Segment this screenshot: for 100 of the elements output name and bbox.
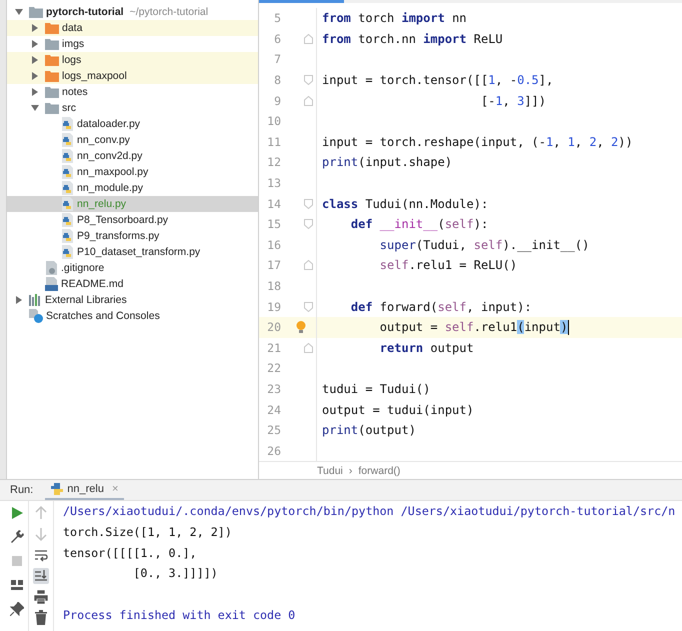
tree-row[interactable]: README.md	[7, 276, 258, 292]
code-line: def forward(self, input):	[350, 300, 532, 314]
tree-row[interactable]: nn_maxpool.py	[7, 164, 258, 180]
fold-start-icon[interactable]	[304, 302, 313, 312]
tree-row[interactable]: P10_dataset_transform.py	[7, 244, 258, 260]
layout-icon[interactable]	[10, 578, 24, 592]
scroll-end-icon[interactable]	[33, 568, 49, 584]
tree-row[interactable]: notes	[7, 84, 258, 100]
expand-arrow-icon[interactable]	[31, 72, 39, 80]
line-number: 8	[273, 73, 281, 88]
line-number: 9	[273, 94, 281, 108]
fold-start-icon[interactable]	[304, 219, 313, 230]
folder-icon	[45, 70, 59, 82]
python-file-icon	[61, 165, 74, 179]
tree-row[interactable]: logs	[7, 52, 258, 68]
tree-item-label[interactable]: logs	[62, 54, 82, 66]
expand-arrow-icon[interactable]	[15, 8, 23, 16]
run-tab[interactable]: nn_relu ×	[45, 480, 124, 500]
tree-row[interactable]: P8_Tensorboard.py	[7, 212, 258, 228]
code-line: from torch import nn	[322, 11, 467, 26]
code-line: print(input.shape)	[322, 155, 452, 170]
console-line: /Users/xiaotudui/.conda/envs/pytorch/bin/python /Users/xiaotudui/pytorch-tutorial/src/n	[63, 504, 676, 518]
line-number: 14	[266, 196, 281, 211]
lightbulb-icon[interactable]	[296, 321, 306, 334]
tree-row[interactable]: logs_maxpool	[7, 68, 258, 84]
run-label: Run:	[10, 484, 34, 496]
line-number: 25	[266, 423, 281, 438]
tree-item-label[interactable]: src	[62, 102, 76, 114]
tree-row[interactable]: nn_module.py	[7, 180, 258, 196]
tree-item-label[interactable]: nn_conv.py	[77, 134, 130, 146]
tree-item-label[interactable]: P8_Tensorboard.py	[77, 214, 168, 226]
tree-row[interactable]: dataloader.py	[7, 116, 258, 132]
tree-item-label[interactable]: pytorch-tutorial	[46, 6, 124, 18]
expand-arrow-icon[interactable]	[31, 24, 39, 32]
settings-icon[interactable]	[10, 530, 24, 544]
pin-icon[interactable]	[10, 602, 24, 616]
tree-row[interactable]: P9_transforms.py	[7, 228, 258, 244]
fold-start-icon[interactable]	[304, 198, 313, 209]
tree-row[interactable]: .gitignore	[7, 260, 258, 276]
python-icon	[51, 483, 64, 495]
python-file-icon	[61, 245, 74, 259]
expand-arrow-icon[interactable]	[31, 56, 39, 64]
line-number: 20	[266, 320, 281, 334]
scratch-file-icon	[29, 309, 43, 323]
code-line: self.relu1 = ReLU()	[378, 258, 518, 272]
project-path: ~/pytorch-tutorial	[130, 6, 208, 18]
code-line: from torch.nn import ReLU	[322, 32, 503, 46]
breadcrumb-item[interactable]: Tudui	[317, 464, 343, 477]
line-number: 12	[266, 155, 281, 170]
tree-row[interactable]: nn_conv2d.py	[7, 148, 258, 164]
print-icon[interactable]	[33, 589, 49, 605]
python-file-icon	[61, 197, 74, 211]
tree-row[interactable]: Scratches and Consoles	[7, 308, 258, 324]
line-number: 17	[266, 258, 281, 272]
line-number: 6	[273, 32, 281, 46]
folder-icon	[45, 22, 59, 34]
code-line: [-1, 3]])	[480, 94, 546, 108]
console-line: Process finished with exit code 0	[63, 608, 296, 622]
folder-icon	[45, 54, 59, 66]
line-number: 16	[266, 238, 281, 252]
python-file-icon	[61, 133, 74, 147]
line-number: 15	[266, 217, 281, 232]
tree-item-label[interactable]: notes	[62, 86, 88, 98]
run-icon[interactable]	[10, 506, 24, 520]
tree-item-label[interactable]: .gitignore	[61, 262, 104, 274]
expand-arrow-icon[interactable]	[31, 104, 39, 112]
python-file-icon	[61, 149, 74, 163]
tree-row[interactable]: src	[7, 100, 258, 116]
tree-item-label[interactable]: nn_maxpool.py	[77, 166, 148, 178]
line-number: 5	[273, 11, 281, 26]
console-line: torch.Size([1, 1, 2, 2])	[63, 525, 232, 540]
tree-row[interactable]: pytorch-tutorial ~/pytorch-tutorial	[7, 4, 258, 20]
tree-item-label[interactable]: P10_dataset_transform.py	[77, 246, 200, 258]
tree-item-label[interactable]: External Libraries	[45, 294, 127, 306]
expand-arrow-icon[interactable]	[15, 296, 23, 304]
code-line: super(Tudui, self).__init__()	[378, 238, 590, 252]
tree-item-label[interactable]: nn_conv2d.py	[77, 150, 142, 162]
expand-arrow-icon[interactable]	[31, 88, 39, 96]
tree-item-label[interactable]: logs_maxpool	[62, 70, 127, 82]
folder-icon	[45, 38, 59, 50]
trash-icon[interactable]	[33, 610, 49, 626]
tree-item-label[interactable]: dataloader.py	[77, 118, 140, 130]
breadcrumb-item[interactable]: forward()	[358, 464, 400, 477]
code-line: tudui = Tudui()	[322, 382, 430, 396]
fold-start-icon[interactable]	[304, 75, 313, 86]
console-line: tensor([[[[1., 0.],	[63, 546, 197, 560]
tree-item-label[interactable]: nn_module.py	[77, 182, 143, 194]
tree-item-label[interactable]: Scratches and Consoles	[46, 310, 160, 322]
tree-row[interactable]: data	[7, 20, 258, 36]
tree-item-label[interactable]: imgs	[62, 38, 84, 50]
tree-item-label[interactable]: data	[62, 22, 82, 34]
code-line: input = torch.reshape(input, (-1, 1, 2, 2))	[322, 134, 633, 149]
line-number: 26	[266, 444, 281, 458]
tree-row[interactable]: imgs	[7, 36, 258, 52]
tree-item-label[interactable]: README.md	[61, 278, 124, 290]
tree-row[interactable]: nn_conv.py	[7, 132, 258, 148]
folder-icon	[29, 6, 43, 18]
expand-arrow-icon[interactable]	[31, 40, 39, 48]
tree-row[interactable]: External Libraries	[7, 292, 258, 308]
tree-item-label[interactable]: P9_transforms.py	[77, 230, 160, 242]
